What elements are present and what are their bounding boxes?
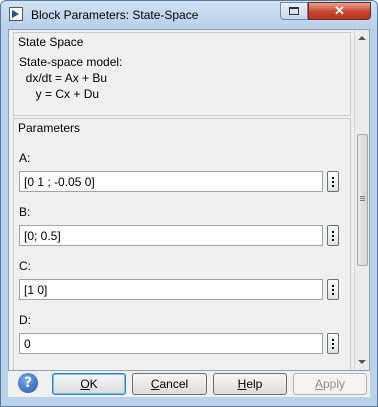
parameters-group-title: Parameters xyxy=(18,121,81,135)
vertical-scrollbar[interactable] xyxy=(354,30,369,370)
block-description-group: State Space State-space model: dx/dt = A… xyxy=(13,32,351,116)
scroll-down-icon[interactable] xyxy=(358,360,366,364)
param-d-field[interactable]: 0 xyxy=(19,333,323,354)
cancel-button[interactable]: Cancel xyxy=(132,373,207,395)
restore-window-button[interactable] xyxy=(280,2,308,20)
parameters-group: Parameters A: [0 1 ; -0.05 0] B: [0; 0.5… xyxy=(13,118,351,370)
window-title: Block Parameters: State-Space xyxy=(31,8,199,22)
param-label-c: C: xyxy=(19,259,31,273)
help-icon[interactable]: ? xyxy=(18,373,38,393)
button-bar: ? OK Cancel Help Apply xyxy=(8,371,370,397)
scrollbar-thumb[interactable] xyxy=(357,134,368,266)
help-button[interactable]: Help xyxy=(213,373,287,395)
param-c-field[interactable]: [1 0] xyxy=(19,279,323,300)
param-label-b: B: xyxy=(19,205,31,219)
param-label-d: D: xyxy=(19,313,31,327)
block-group-title: State Space xyxy=(18,35,84,49)
description-line: y = Cx + Du xyxy=(19,87,100,101)
apply-button[interactable]: Apply xyxy=(293,373,367,395)
restore-window-icon xyxy=(289,7,299,15)
param-label-a: A: xyxy=(19,151,31,165)
close-button[interactable]: ✕ xyxy=(308,2,371,20)
param-b-more-button[interactable] xyxy=(327,225,339,246)
param-a-field[interactable]: [0 1 ; -0.05 0] xyxy=(19,171,323,192)
scroll-up-icon[interactable] xyxy=(358,36,366,40)
dialog-window: Block Parameters: State-Space ✕ State Sp… xyxy=(0,0,378,407)
ok-button[interactable]: OK xyxy=(52,373,126,395)
param-a-more-button[interactable] xyxy=(327,171,339,192)
block-description: State-space model: dx/dt = Ax + Bu y = C… xyxy=(19,54,122,102)
close-icon: ✕ xyxy=(334,3,345,18)
description-line: dx/dt = Ax + Bu xyxy=(19,71,108,85)
description-line: State-space model: xyxy=(19,55,123,69)
dialog-content: State Space State-space model: dx/dt = A… xyxy=(8,29,370,371)
title-bar[interactable]: Block Parameters: State-Space ✕ xyxy=(1,1,377,29)
param-b-field[interactable]: [0; 0.5] xyxy=(19,225,323,246)
simulink-block-icon xyxy=(9,7,23,21)
param-d-more-button[interactable] xyxy=(327,333,339,354)
param-c-more-button[interactable] xyxy=(327,279,339,300)
